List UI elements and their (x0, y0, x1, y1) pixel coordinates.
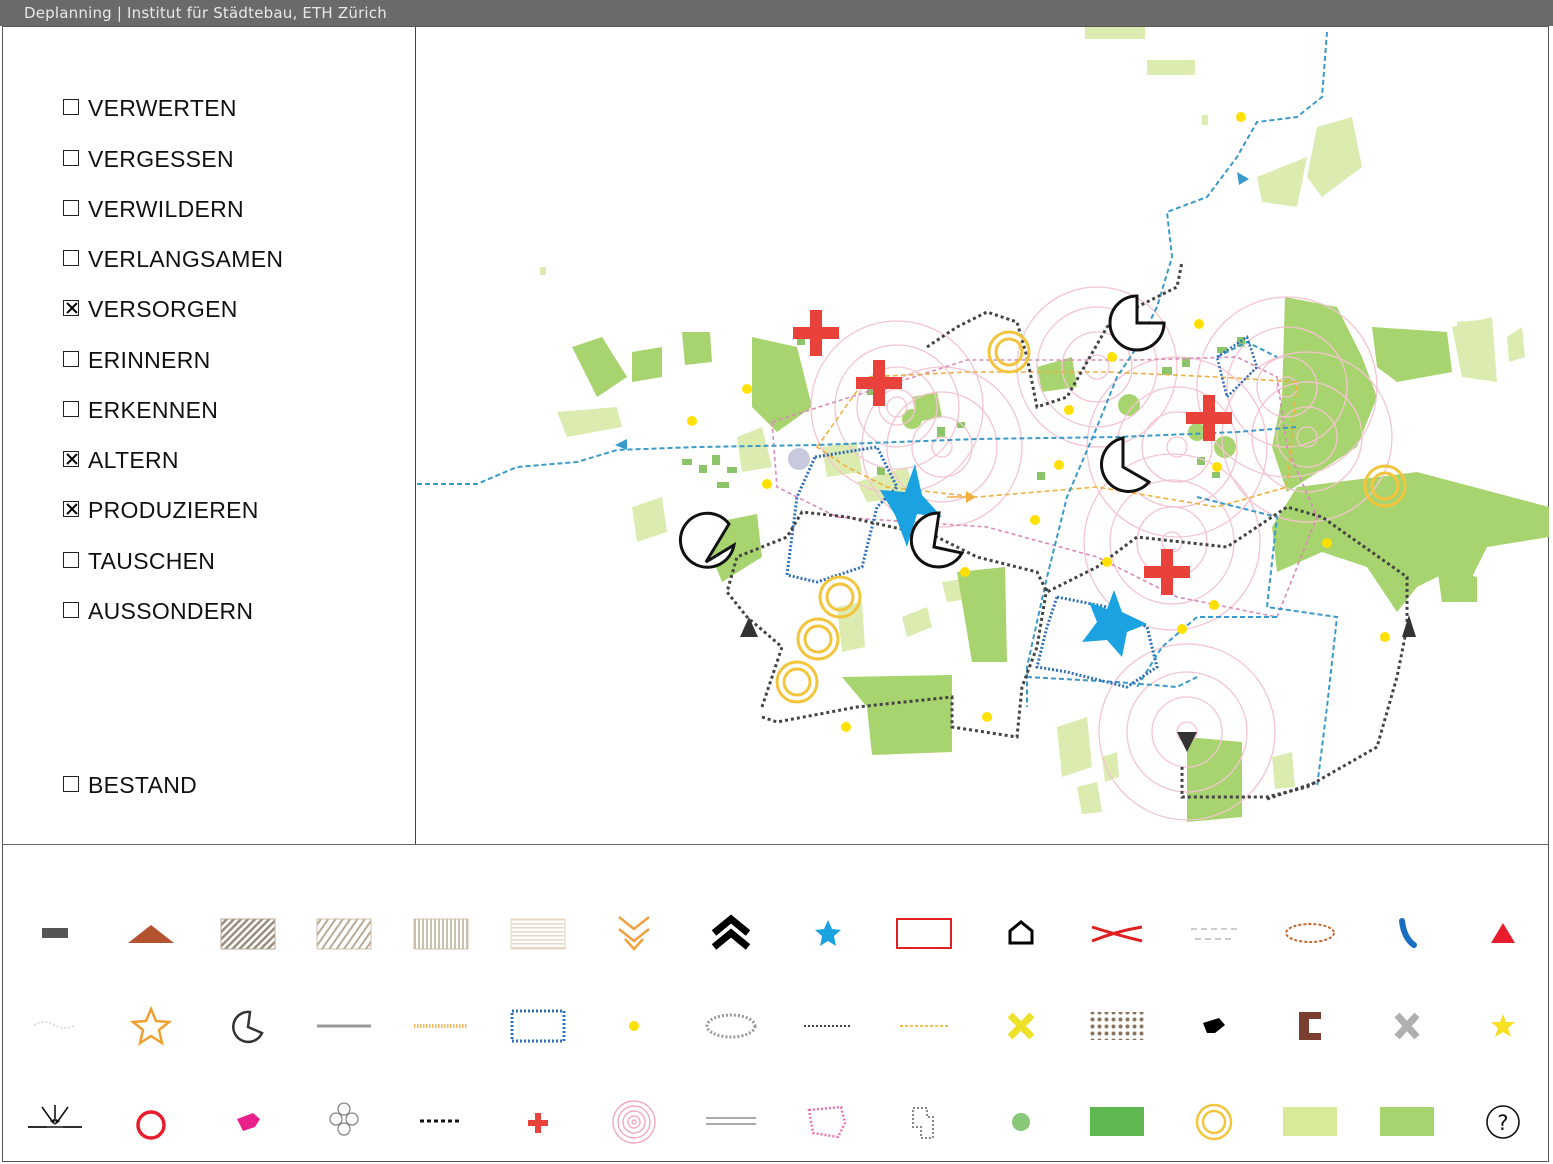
layer-label: VERWERTEN (88, 94, 237, 121)
orange-star-outline-symbol[interactable] (116, 995, 186, 1055)
blue-arrow-head-north (1237, 172, 1249, 185)
layer-toggle-erinnern[interactable]: ERINNERN (63, 347, 211, 373)
blue-arrow-head-west (615, 439, 627, 450)
pink-concentric-rings-symbol[interactable] (599, 1091, 669, 1151)
red-circle-outline-symbol[interactable] (116, 1091, 186, 1151)
checkbox[interactable] (63, 601, 79, 618)
layer-toggle-produzieren[interactable]: PRODUZIEREN (63, 497, 259, 523)
converging-arrows-symbol[interactable] (20, 1091, 90, 1151)
layer-toggle-tauschen[interactable]: TAUSCHEN (63, 548, 215, 574)
layer-label: VERWILDERN (88, 195, 244, 222)
gray-x-symbol[interactable] (1372, 995, 1442, 1055)
gray-circle-marker (788, 448, 810, 470)
map-svg (417, 27, 1549, 822)
vertical-stripes-area[interactable] (406, 903, 476, 963)
house-outline-symbol[interactable] (986, 903, 1056, 963)
layer-label: BESTAND (88, 771, 198, 798)
red-triangle-symbol[interactable] (1468, 903, 1538, 963)
layer-toggle-versorgen[interactable]: VERSORGEN (63, 296, 238, 322)
blue-star-symbol[interactable] (793, 903, 863, 963)
brown-bracket-symbol[interactable] (1275, 995, 1345, 1055)
black-dotted-line-symbol[interactable] (793, 995, 863, 1055)
brown-dot-grid-symbol[interactable] (1082, 995, 1152, 1055)
checkbox[interactable] (63, 775, 79, 792)
dashed-gray-lines-symbol[interactable] (1179, 903, 1249, 963)
orange-dotted-line-symbol[interactable] (406, 995, 476, 1055)
circle-cluster-symbol[interactable] (309, 1091, 379, 1151)
layer-label: PRODUZIEREN (88, 496, 259, 523)
layer-toggle-verlangsamen[interactable]: VERLANGSAMEN (63, 246, 283, 272)
yellow-dotted-line-symbol[interactable] (889, 995, 959, 1055)
legend-palette: ? (3, 845, 1549, 1162)
layer-label: TAUSCHEN (88, 547, 216, 574)
yellow-dot-symbol[interactable] (599, 995, 669, 1055)
yellow-star-symbol[interactable] (1468, 995, 1538, 1055)
window-title: Deplanning | Institut für Städtebau, ETH… (24, 4, 387, 22)
checkbox[interactable] (63, 350, 79, 367)
title-bar: Deplanning | Institut für Städtebau, ETH… (0, 0, 1553, 26)
layer-label: ERKENNEN (88, 396, 219, 423)
yellow-double-ring-symbol[interactable] (1179, 1091, 1249, 1151)
checkbox[interactable] (63, 98, 79, 115)
checkbox[interactable] (63, 149, 79, 166)
map-canvas[interactable] (417, 27, 1549, 844)
pink-dotted-shape-symbol[interactable] (793, 1091, 863, 1151)
red-rectangle-symbol[interactable] (889, 903, 959, 963)
pink-blob-symbol[interactable] (213, 1091, 283, 1151)
hatched-area-dark[interactable] (213, 903, 283, 963)
gray-line-symbol[interactable] (309, 995, 379, 1055)
black-arrow-head-2 (1402, 615, 1416, 637)
black-arrow-head-1 (740, 617, 758, 637)
layer-label: ERINNERN (88, 346, 211, 373)
checkbox[interactable] (63, 400, 79, 417)
wavy-line-symbol[interactable] (20, 995, 90, 1055)
layer-label: VERGESSEN (88, 145, 234, 172)
double-gray-line-symbol[interactable] (696, 1091, 766, 1151)
green-dot-symbol[interactable] (986, 1091, 1056, 1151)
layer-toggle-aussondern[interactable]: AUSSONDERN (63, 598, 253, 624)
black-dashed-line-symbol[interactable] (406, 1091, 476, 1151)
checkbox[interactable] (63, 500, 79, 517)
gray-dotted-ellipse-symbol[interactable] (696, 995, 766, 1055)
checkbox[interactable] (63, 249, 79, 266)
layer-panel: VERWERTEN VERGESSEN VERWILDERN VERLANGSA… (3, 27, 416, 845)
green-rectangle-symbol[interactable] (1082, 1091, 1152, 1151)
checkbox[interactable] (63, 450, 79, 467)
red-crosses (793, 310, 1232, 595)
layer-toggle-verwerten[interactable]: VERWERTEN (63, 95, 237, 121)
orange-arrow-head (966, 491, 976, 503)
horizontal-stripes-area[interactable] (503, 903, 573, 963)
layer-label: VERSORGEN (88, 295, 238, 322)
medium-green-rectangle-symbol[interactable] (1372, 1091, 1442, 1151)
help-icon[interactable]: ? (1468, 1091, 1538, 1151)
blue-dotted-rectangle-symbol[interactable] (503, 995, 573, 1055)
checkbox[interactable] (63, 199, 79, 216)
checkbox[interactable] (63, 551, 79, 568)
small-red-cross-symbol[interactable] (503, 1091, 573, 1151)
layer-toggle-altern[interactable]: ALTERN (63, 447, 179, 473)
roof-symbol[interactable] (116, 903, 186, 963)
yellow-x-symbol[interactable] (986, 995, 1056, 1055)
double-chevron-down-symbol[interactable] (599, 903, 669, 963)
dashed-brown-ellipse-symbol[interactable] (1275, 903, 1345, 963)
dash-symbol[interactable] (20, 903, 90, 963)
layer-label: AUSSONDERN (88, 597, 254, 624)
layer-label: ALTERN (88, 446, 179, 473)
layer-toggle-verwildern[interactable]: VERWILDERN (63, 196, 244, 222)
layer-toggle-bestand[interactable]: BESTAND (63, 772, 197, 798)
red-cross-lines-symbol[interactable] (1082, 903, 1152, 963)
layer-label: VERLANGSAMEN (88, 245, 284, 272)
pacman-outline-symbol[interactable] (213, 995, 283, 1055)
help-label: ? (1497, 1111, 1508, 1135)
hatched-area-light[interactable] (309, 903, 379, 963)
checkbox[interactable] (63, 299, 79, 316)
layer-toggle-vergessen[interactable]: VERGESSEN (63, 146, 234, 172)
gray-dotted-shape-symbol[interactable] (889, 1091, 959, 1151)
light-green-rectangle-symbol[interactable] (1275, 1091, 1345, 1151)
black-blob-symbol[interactable] (1179, 995, 1249, 1055)
blue-arc-symbol[interactable] (1372, 903, 1442, 963)
layer-toggle-erkennen[interactable]: ERKENNEN (63, 397, 218, 423)
double-chevron-up-symbol[interactable] (696, 903, 766, 963)
